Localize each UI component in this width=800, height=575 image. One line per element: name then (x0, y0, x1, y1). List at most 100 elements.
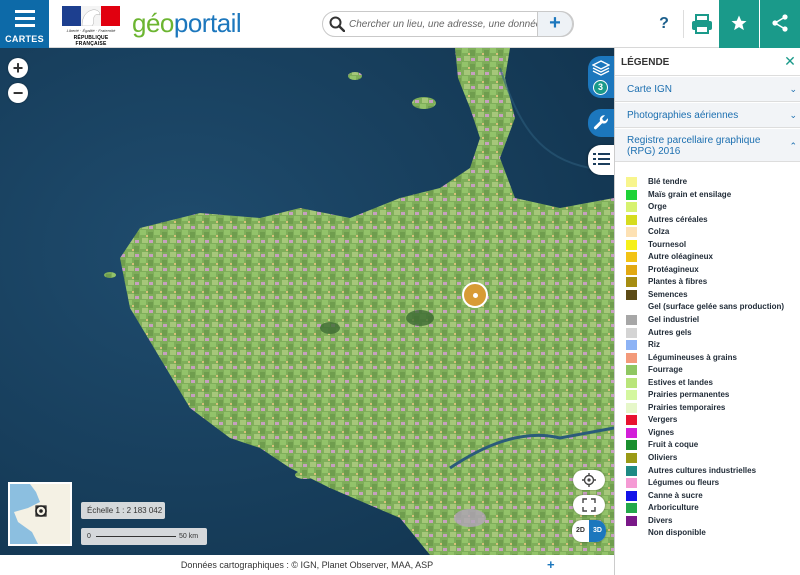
legend-swatch (626, 377, 637, 388)
legend-label: Orge (648, 202, 667, 212)
geoportail-logo[interactable]: géoportail (132, 8, 242, 39)
legend-label: Vignes (648, 427, 675, 437)
legend-item: Autres cultures industrielles (626, 465, 800, 478)
legend-item: Prairies permanentes (626, 389, 800, 402)
layers-button[interactable]: 3 (588, 56, 614, 98)
legend-item: Vergers (626, 414, 800, 427)
chevron-down-icon: ⌄ (789, 110, 797, 120)
share-icon (772, 14, 788, 32)
legend-item: Légumineuses à grains (626, 352, 800, 365)
legend-item: Autres gels (626, 327, 800, 340)
legend-swatch (626, 503, 637, 514)
legend-swatch (626, 315, 637, 326)
legend-swatch (626, 264, 637, 275)
legend-item: Fruit à coque (626, 439, 800, 452)
layer-rpg-2016[interactable]: Registre parcellaire graphique (RPG) 201… (615, 129, 800, 162)
layer-label: Carte IGN (627, 84, 673, 95)
view-3d-option[interactable]: 3D (589, 520, 606, 542)
republique-francaise-logo[interactable]: Liberté · Égalité · Fraternité RÉPUBLIQU… (60, 6, 122, 47)
legend-swatch (626, 440, 637, 451)
legend-label: Non disponible (648, 528, 706, 538)
legend-item: Maïs grain et ensilage (626, 189, 800, 202)
legend-item: Divers (626, 515, 800, 528)
layers-icon (592, 60, 610, 76)
cartes-menu-label: CARTES (5, 34, 44, 44)
legend-swatch (626, 189, 637, 200)
legend-swatch (626, 227, 637, 238)
legend-label: Vergers (648, 415, 678, 425)
search-icon[interactable] (329, 16, 345, 32)
legend-swatch (626, 453, 637, 464)
republic-name: RÉPUBLIQUE FRANÇAISE (73, 35, 109, 47)
view-2d-option[interactable]: 2D (572, 520, 589, 542)
chevron-up-icon: ⌃ (789, 141, 797, 151)
map-view[interactable]: + − 3 2D 3D Échelle 1: 2 183 042 0 50 k… (0, 48, 614, 555)
legend-label: Canne à sucre (648, 490, 703, 500)
cartes-menu-button[interactable]: CARTES (0, 0, 49, 48)
legend-item: Vignes (626, 427, 800, 440)
legend-label: Gel (surface gelée sans production) (648, 302, 785, 312)
legend-swatch (626, 239, 637, 250)
legend-item: Estives et landes (626, 377, 800, 390)
legend-item: Tournesol (626, 239, 800, 252)
legend-swatch (626, 302, 637, 313)
legend-label: Estives et landes (648, 377, 713, 387)
legend-label: Maïs grain et ensilage (648, 189, 732, 199)
search-input[interactable] (349, 15, 539, 33)
legend-item: Riz (626, 339, 800, 352)
legend-list-icon (593, 153, 610, 165)
legend-label: Tournesol (648, 239, 687, 249)
wrench-icon (593, 115, 608, 130)
legend-swatch (626, 528, 637, 539)
legend-label: Autres gels (648, 327, 692, 337)
favorites-button[interactable] (719, 0, 759, 48)
satellite-imagery (0, 48, 614, 555)
tools-button[interactable] (588, 109, 614, 137)
legend-item: Plantes à fibres (626, 276, 800, 289)
brand-geo: géo (132, 8, 174, 38)
legend-panel-title: LÉGENDE (615, 48, 800, 76)
credits-more-button[interactable]: + (547, 555, 555, 575)
close-icon[interactable]: ✕ (783, 54, 797, 68)
legend-swatch (626, 415, 637, 426)
legend-swatch (626, 365, 637, 376)
legend-item: Non disponible (626, 527, 800, 540)
view-mode-toggle[interactable]: 2D 3D (572, 520, 606, 542)
layer-label: Photographies aériennes (627, 110, 739, 121)
legend-swatch (626, 402, 637, 413)
legend-label: Autres céréales (648, 214, 708, 224)
legend-item: Gel (surface gelée sans production) (626, 301, 800, 314)
legend-button[interactable] (588, 145, 614, 175)
share-button[interactable] (760, 0, 800, 48)
legend-item: Blé tendre (626, 176, 800, 189)
overview-minimap[interactable] (8, 482, 72, 546)
layer-photographies-aeriennes[interactable]: Photographies aériennes ⌄ (615, 103, 800, 128)
legend-item: Légumes ou fleurs (626, 477, 800, 490)
legend-swatch (626, 340, 637, 351)
advanced-search-button[interactable]: + (537, 11, 573, 37)
legend-item: Colza (626, 226, 800, 239)
scale-bar: 0 50 km (81, 528, 207, 545)
help-button[interactable]: ? (651, 10, 677, 38)
fullscreen-button[interactable] (573, 495, 605, 515)
legend-item: Orge (626, 201, 800, 214)
legend-swatch (626, 327, 637, 338)
geolocate-button[interactable] (573, 470, 605, 490)
location-marker[interactable] (462, 282, 488, 308)
legend-label: Riz (648, 340, 660, 350)
zoom-in-button[interactable]: + (8, 58, 28, 78)
layer-carte-ign[interactable]: Carte IGN ⌄ (615, 77, 800, 102)
legend-label: Fourrage (648, 365, 683, 375)
legend-swatch (626, 427, 637, 438)
zoom-out-button[interactable]: − (8, 83, 28, 103)
legend-item: Fourrage (626, 364, 800, 377)
legend-swatch (626, 177, 637, 187)
legend-label: Plantes à fibres (648, 277, 708, 287)
legend-label: Arboriculture (648, 503, 699, 513)
legend-item: Arboriculture (626, 502, 800, 515)
republic-motto: Liberté · Égalité · Fraternité (66, 28, 116, 33)
legend-item: Protéagineux (626, 264, 800, 277)
legend-swatch (626, 252, 637, 263)
print-icon[interactable] (688, 12, 716, 36)
legend-swatch (626, 277, 637, 288)
